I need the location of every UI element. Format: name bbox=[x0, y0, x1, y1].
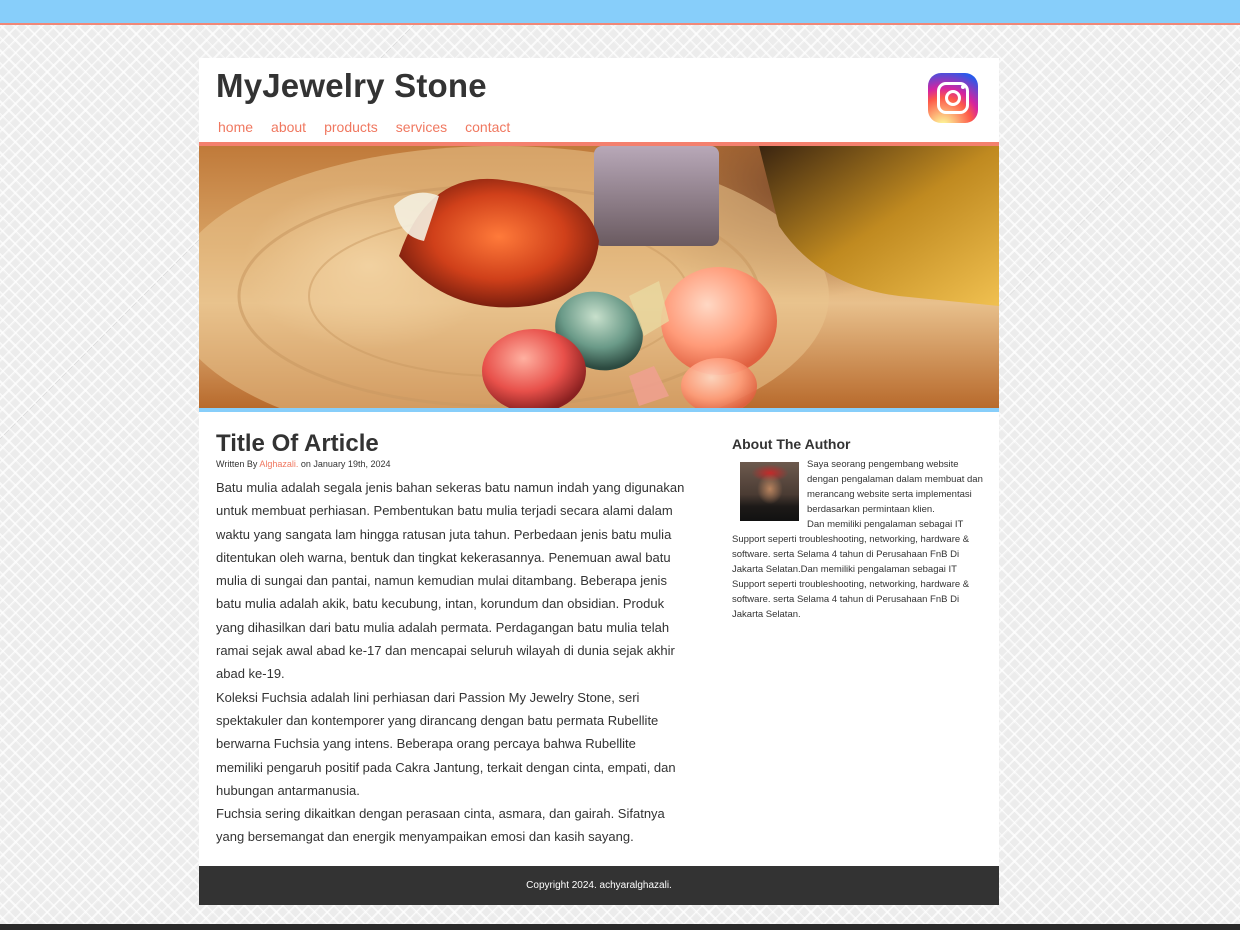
nav-contact-link[interactable]: contact bbox=[465, 119, 510, 135]
article-paragraph: Fuchsia sering dikaitkan dengan perasaan… bbox=[216, 806, 665, 845]
author-avatar bbox=[740, 462, 799, 521]
site-header: MyJewelry Stone home about products serv… bbox=[199, 58, 999, 146]
gemstones-photo bbox=[199, 146, 999, 408]
sidebar-title: About The Author bbox=[732, 436, 851, 452]
page-container: MyJewelry Stone home about products serv… bbox=[199, 58, 999, 905]
main-nav: home about products services contact bbox=[218, 119, 528, 135]
article-body: Batu mulia adalah segala jenis bahan sek… bbox=[216, 476, 686, 849]
article-title: Title Of Article bbox=[216, 430, 379, 457]
article: Title Of Article Written By Alghazali. o… bbox=[216, 430, 686, 849]
instagram-icon[interactable] bbox=[928, 73, 978, 123]
byline-prefix: Written By bbox=[216, 459, 258, 469]
article-byline: Written By Alghazali. on January 19th, 2… bbox=[216, 459, 686, 469]
bottom-bar bbox=[0, 924, 1240, 930]
top-accent-bar bbox=[0, 0, 1240, 25]
author-box: Saya seorang pengembang website dengan p… bbox=[732, 457, 984, 622]
nav-home-link[interactable]: home bbox=[218, 119, 253, 135]
article-paragraph: Koleksi Fuchsia adalah lini perhiasan da… bbox=[216, 689, 676, 798]
main-content: Title Of Article Written By Alghazali. o… bbox=[199, 416, 999, 866]
author-bio-more: Dan memiliki pengalaman sebagai IT Suppo… bbox=[732, 519, 970, 620]
author-bio: Saya seorang pengembang website dengan p… bbox=[807, 459, 983, 515]
author-link[interactable]: Alghazali. bbox=[259, 459, 298, 469]
site-title: MyJewelry Stone bbox=[216, 67, 487, 104]
hero-image bbox=[199, 146, 999, 412]
nav-products-link[interactable]: products bbox=[324, 119, 378, 135]
nav-services-link[interactable]: services bbox=[396, 119, 447, 135]
site-footer: Copyright 2024. achyaralghazali. bbox=[199, 866, 999, 905]
nav-about-link[interactable]: about bbox=[271, 119, 306, 135]
article-paragraph: Batu mulia adalah segala jenis bahan sek… bbox=[216, 480, 685, 682]
byline-date: on January 19th, 2024 bbox=[300, 459, 391, 469]
sidebar: About The Author Saya seorang pengembang… bbox=[732, 436, 984, 622]
copyright-text: Copyright 2024. achyaralghazali. bbox=[526, 880, 672, 891]
